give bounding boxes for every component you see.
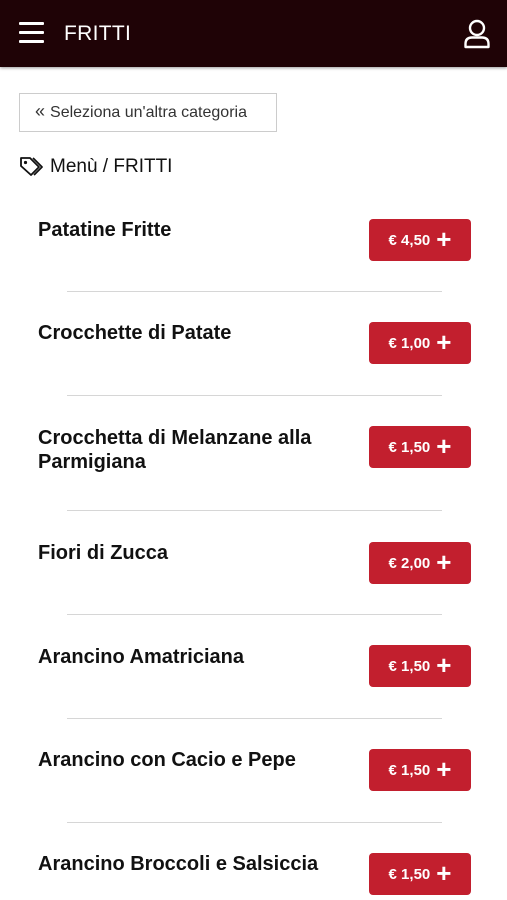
user-icon[interactable]	[463, 19, 491, 49]
plus-icon: +	[436, 858, 452, 888]
add-to-cart-button[interactable]: € 1,00 +	[369, 322, 471, 364]
back-to-categories-button[interactable]: « Seleziona un'altra categoria	[19, 93, 277, 132]
menu-item-name: Fiori di Zucca	[38, 542, 169, 564]
menu-item-price: € 1,50	[388, 657, 431, 675]
divider	[67, 718, 442, 719]
menu-item-price: € 1,50	[388, 438, 431, 456]
tags-icon	[20, 157, 43, 176]
divider	[67, 291, 442, 292]
plus-icon: +	[436, 224, 452, 254]
menu-item-name: Patatine Fritte	[38, 219, 172, 241]
add-to-cart-button[interactable]: € 1,50 +	[369, 749, 471, 791]
plus-icon: +	[436, 327, 452, 357]
divider	[67, 822, 442, 823]
menu-item-name: Arancino Amatriciana	[38, 646, 244, 668]
menu-item-price: € 1,50	[388, 865, 431, 883]
divider	[67, 614, 442, 615]
menu-item-name: Crocchetta di Melanzane alla Parmigiana	[38, 427, 312, 473]
menu-item-name: Arancino con Cacio e Pepe	[38, 749, 296, 771]
breadcrumb-text: Menù / FRITTI	[50, 156, 173, 177]
add-to-cart-button[interactable]: € 2,00 +	[369, 542, 471, 584]
add-to-cart-button[interactable]: € 1,50 +	[369, 853, 471, 895]
hamburger-icon[interactable]	[19, 22, 45, 44]
menu-item-price: € 2,00	[388, 554, 431, 572]
breadcrumb: Menù / FRITTI	[19, 155, 172, 179]
add-to-cart-button[interactable]: € 1,50 +	[369, 645, 471, 687]
plus-icon: +	[436, 547, 452, 577]
page-title: FRITTI	[64, 22, 132, 45]
add-to-cart-button[interactable]: € 4,50 +	[369, 219, 471, 261]
menu-item-price: € 4,50	[388, 231, 431, 249]
menu-item-price: € 1,00	[388, 334, 431, 352]
divider	[67, 510, 442, 511]
top-app-bar: FRITTI	[0, 0, 507, 67]
divider	[67, 395, 442, 396]
back-button-label: Seleziona un'altra categoria	[50, 103, 247, 121]
plus-icon: +	[436, 431, 452, 461]
menu-item-price: € 1,50	[388, 761, 431, 779]
add-to-cart-button[interactable]: € 1,50 +	[369, 426, 471, 468]
plus-icon: +	[436, 754, 452, 784]
plus-icon: +	[436, 650, 452, 680]
menu-item-name: Crocchette di Patate	[38, 322, 232, 344]
menu-item-name: Arancino Broccoli e Salsiccia	[38, 853, 319, 875]
double-chevron-left-icon: «	[35, 100, 46, 121]
